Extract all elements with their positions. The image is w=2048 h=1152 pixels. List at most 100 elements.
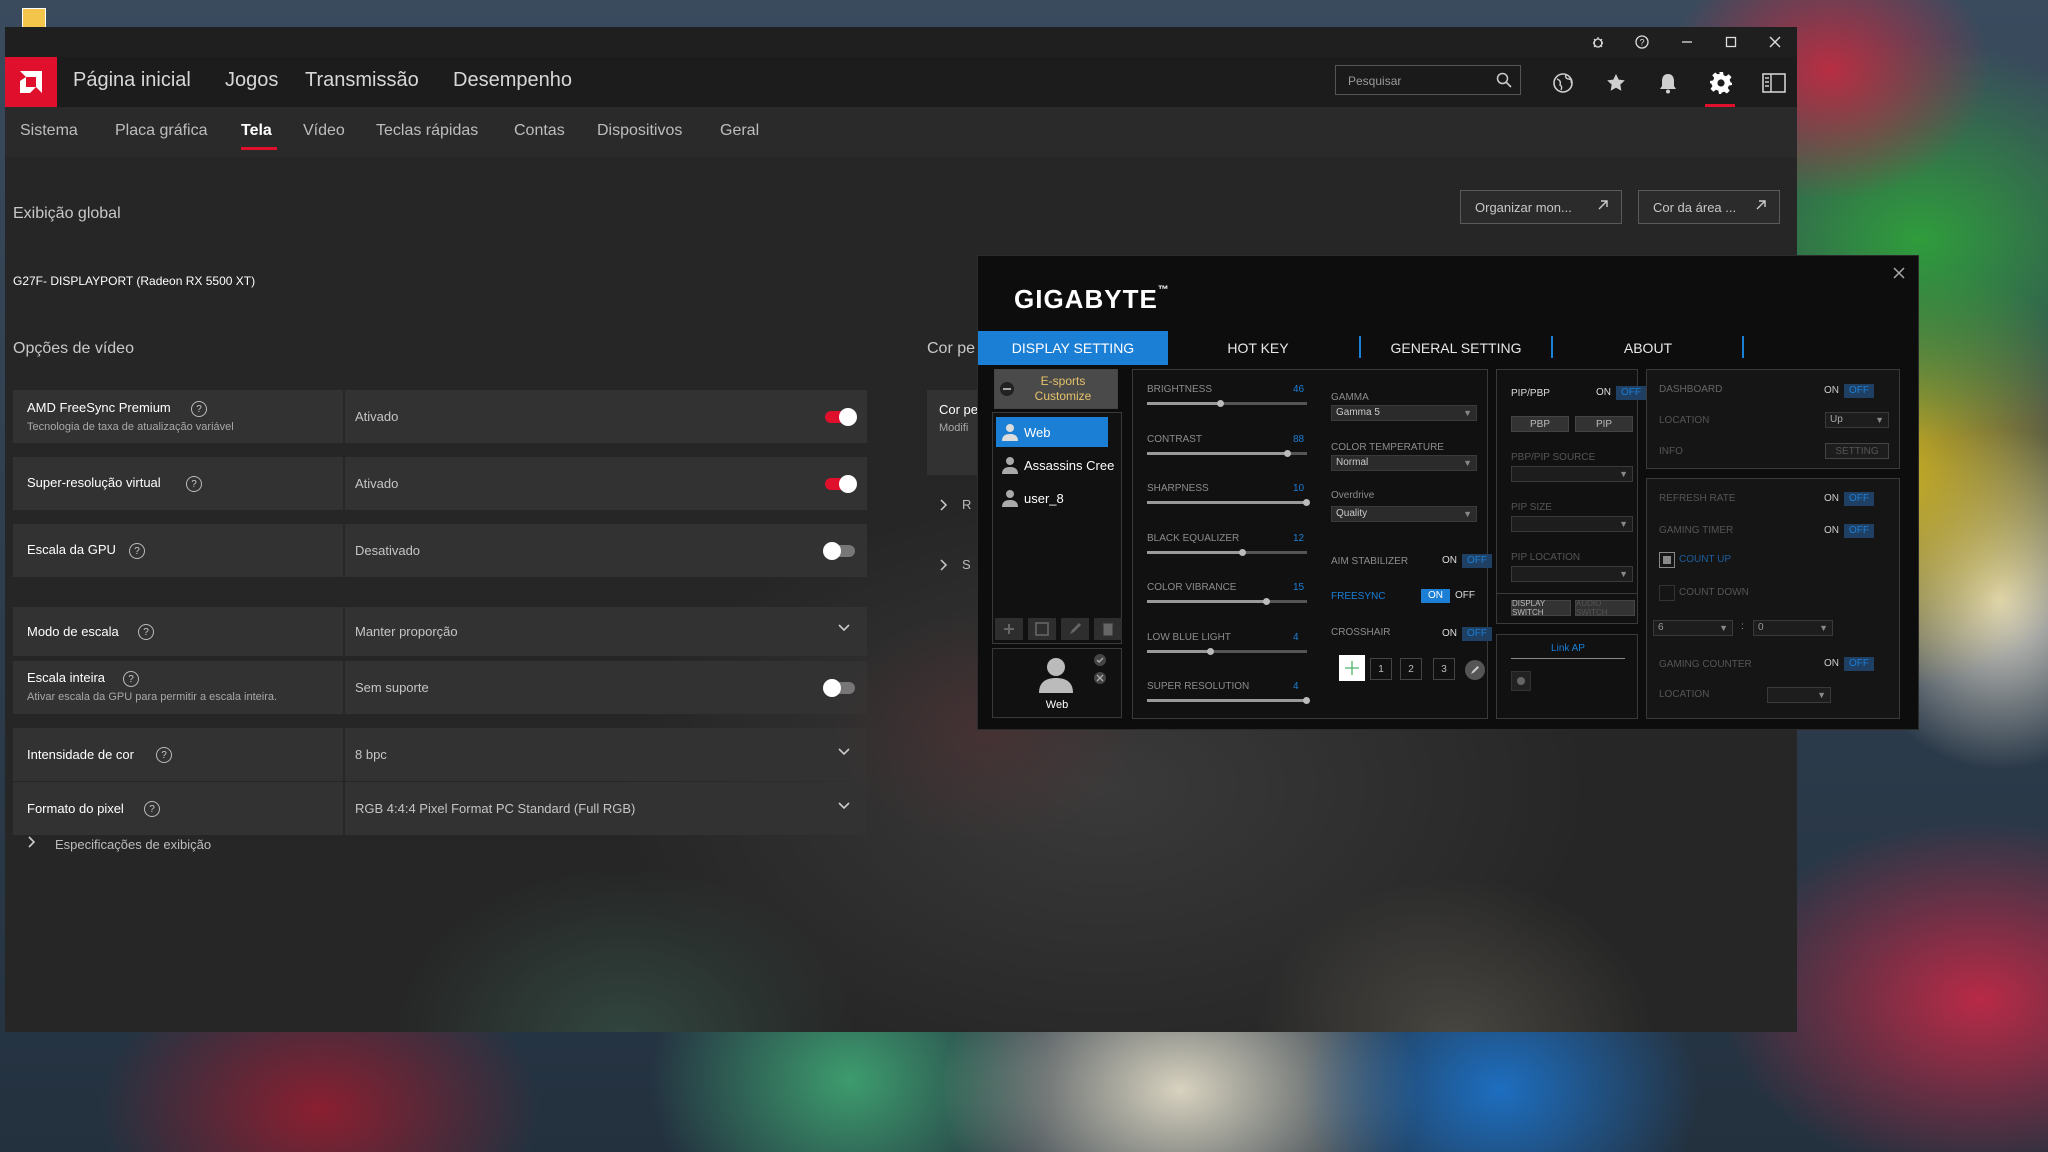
tab-about[interactable]: ABOUT	[1553, 331, 1743, 365]
color-temp-select[interactable]: Normal ▼	[1331, 455, 1477, 471]
help-icon[interactable]: ?	[191, 401, 207, 417]
slider-track[interactable]	[1147, 499, 1310, 506]
aim-stabilizer-toggle[interactable]: ON OFF	[1437, 554, 1492, 568]
gaming-location-select[interactable]: ▼	[1767, 687, 1831, 703]
crosshair-toggle[interactable]: ON OFF	[1437, 627, 1492, 641]
slider-track[interactable]	[1147, 449, 1307, 457]
dashboard-toggle[interactable]: ON OFF	[1819, 384, 1874, 398]
add-app-icon[interactable]	[1511, 671, 1531, 691]
add-profile-icon[interactable]	[995, 618, 1023, 640]
link-ap-link[interactable]: Link AP	[1511, 643, 1625, 659]
pip-location-select[interactable]: ▼	[1511, 566, 1633, 582]
nav-performance[interactable]: Desempenho	[453, 69, 572, 92]
slider-track[interactable]	[1147, 400, 1307, 407]
crosshair-option-1[interactable]: 1	[1370, 658, 1392, 680]
freesync-toggle[interactable]: ON OFF	[1421, 589, 1480, 603]
dashboard-location-select[interactable]: Up ▼	[1825, 412, 1889, 428]
crosshair-icon[interactable]	[1339, 655, 1365, 681]
tab-general-setting[interactable]: GENERAL SETTING	[1361, 331, 1551, 365]
slider-track[interactable]	[1147, 697, 1310, 704]
pip-toggle[interactable]: ON OFF	[1591, 386, 1646, 400]
organize-monitors-button[interactable]: Organizar mon...	[1460, 190, 1622, 224]
help-icon[interactable]: ?	[144, 801, 160, 817]
check-icon[interactable]	[1093, 653, 1107, 667]
nav-home[interactable]: Página inicial	[73, 69, 191, 92]
close-icon[interactable]	[1892, 264, 1906, 285]
setting-row-pixel-format[interactable]: Formato do pixel ? RGB 4:4:4 Pixel Forma…	[13, 782, 867, 835]
close-icon[interactable]	[1753, 27, 1797, 57]
esports-customize-button[interactable]: E-sports Customize	[994, 369, 1118, 409]
nav-streaming[interactable]: Transmissão	[305, 69, 419, 92]
minimize-icon[interactable]	[1665, 27, 1709, 57]
help-icon[interactable]: ?	[123, 671, 139, 687]
setting-row-scaling-mode[interactable]: Modo de escala ? Manter proporção	[13, 607, 867, 656]
remove-icon[interactable]	[1093, 671, 1107, 685]
timer-seconds-select[interactable]: 0 ▼	[1753, 620, 1833, 636]
color-subrow-1[interactable]: R	[940, 497, 971, 512]
tab-sistema[interactable]: Sistema	[20, 122, 78, 140]
tab-video[interactable]: Vídeo	[303, 122, 345, 140]
bell-icon[interactable]	[1655, 70, 1681, 96]
slider-knob[interactable]	[1283, 449, 1291, 457]
help-icon[interactable]: ?	[138, 624, 154, 640]
slider-knob[interactable]	[1263, 598, 1270, 605]
dashboard-setting-button[interactable]: SETTING	[1825, 443, 1889, 459]
vsr-toggle[interactable]	[825, 475, 857, 493]
gamma-select[interactable]: Gamma 5 ▼	[1331, 405, 1477, 421]
setting-row-color-depth[interactable]: Intensidade de cor ? 8 bpc	[13, 728, 867, 781]
maximize-icon[interactable]	[1709, 27, 1753, 57]
star-icon[interactable]	[1603, 70, 1629, 96]
gaming-timer-toggle[interactable]: ON OFF	[1819, 524, 1874, 538]
slider-track[interactable]	[1147, 548, 1307, 556]
freesync-toggle[interactable]	[825, 408, 857, 426]
nav-games[interactable]: Jogos	[225, 69, 278, 92]
gpu-scaling-toggle[interactable]	[823, 542, 855, 560]
slider-knob[interactable]	[1239, 548, 1246, 556]
tab-placa-grafica[interactable]: Placa gráfica	[115, 122, 208, 140]
tab-tela[interactable]: Tela	[241, 122, 272, 140]
amd-logo[interactable]	[5, 57, 57, 107]
audio-switch-button[interactable]: AUDIO SWITCH	[1575, 599, 1635, 617]
gear-icon[interactable]	[1708, 70, 1734, 96]
pbp-button[interactable]: PBP	[1511, 416, 1569, 432]
save-profile-icon[interactable]	[1028, 618, 1056, 640]
chevron-down-icon[interactable]	[837, 799, 851, 816]
desktop-color-button[interactable]: Cor da área ...	[1638, 190, 1780, 224]
display-specs-expander[interactable]: Especificações de exibição	[27, 835, 211, 853]
refresh-rate-toggle[interactable]: ON OFF	[1819, 492, 1874, 506]
overdrive-select[interactable]: Quality ▼	[1331, 506, 1477, 522]
sidebar-icon[interactable]	[1761, 70, 1787, 96]
chevron-down-icon[interactable]	[837, 621, 851, 638]
globe-icon[interactable]	[1550, 70, 1576, 96]
slider-track[interactable]	[1147, 647, 1307, 655]
slider-knob[interactable]	[1207, 647, 1214, 655]
help-icon[interactable]: ?	[186, 476, 202, 492]
tab-geral[interactable]: Geral	[720, 122, 759, 140]
bug-icon[interactable]	[1576, 27, 1620, 57]
integer-scaling-toggle[interactable]	[823, 679, 855, 697]
pip-source-select[interactable]: ▼	[1511, 466, 1633, 482]
profile-item-web[interactable]: Web	[996, 417, 1108, 447]
display-switch-button[interactable]: DISPLAY SWITCH	[1511, 599, 1571, 617]
profile-item-assassins[interactable]: Assassins Cree	[996, 450, 1120, 480]
help-icon[interactable]: ?	[1620, 27, 1664, 57]
timer-minutes-select[interactable]: 6 ▼	[1653, 620, 1733, 636]
pip-size-select[interactable]: ▼	[1511, 516, 1633, 532]
slider-knob[interactable]	[1216, 400, 1224, 407]
tab-teclas-rapidas[interactable]: Teclas rápidas	[376, 122, 478, 140]
help-icon[interactable]: ?	[129, 543, 145, 559]
edit-profile-icon[interactable]	[1061, 618, 1089, 640]
slider-knob[interactable]	[1303, 697, 1310, 704]
desktop-folder-icon[interactable]	[22, 8, 46, 28]
count-down-checkbox[interactable]	[1659, 585, 1675, 601]
search-icon[interactable]	[1496, 72, 1512, 93]
delete-profile-icon[interactable]	[1094, 618, 1122, 640]
crosshair-edit-icon[interactable]	[1464, 659, 1486, 686]
profile-item-user8[interactable]: user_8	[996, 483, 1108, 513]
crosshair-option-3[interactable]: 3	[1433, 658, 1455, 680]
tab-contas[interactable]: Contas	[514, 122, 565, 140]
tab-hot-key[interactable]: HOT KEY	[1168, 331, 1348, 365]
crosshair-option-2[interactable]: 2	[1400, 658, 1422, 680]
pip-button[interactable]: PIP	[1575, 416, 1633, 432]
tab-display-setting[interactable]: DISPLAY SETTING	[978, 331, 1168, 365]
